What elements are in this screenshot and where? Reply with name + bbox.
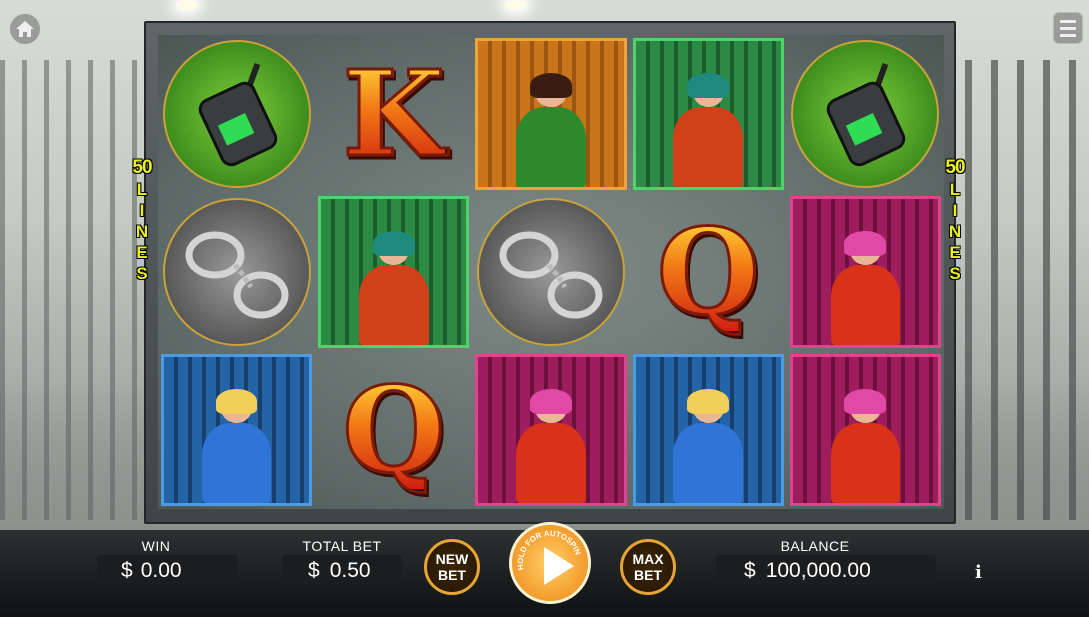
- win-display: $ 0.00: [97, 555, 237, 587]
- reel-symbol-Q: Q: [630, 193, 787, 351]
- reel-symbol-money-lady: [787, 351, 944, 509]
- lines-letter: N: [135, 222, 149, 241]
- reel-symbol-officer: [630, 351, 787, 509]
- letter-q-symbol: Q: [341, 360, 447, 499]
- reel-symbol-money-lady: [472, 351, 629, 509]
- dreadlock-woman-character-card: [318, 196, 470, 348]
- officer-character-card: [161, 354, 313, 506]
- maid-character-card: [475, 38, 627, 190]
- cell-bars-right: [939, 60, 1089, 520]
- ceiling-light: [176, 0, 198, 10]
- menu-icon-bar: [1060, 26, 1076, 30]
- lines-letter: E: [136, 243, 148, 262]
- lines-letter: I: [952, 201, 958, 220]
- lines-letter: N: [948, 222, 962, 241]
- play-icon: [544, 547, 574, 585]
- handcuffs-icon: [476, 198, 625, 346]
- reel-symbol-Q: Q: [315, 351, 472, 509]
- lines-letter: I: [139, 201, 145, 220]
- win-label: WIN: [141, 538, 171, 554]
- total-bet-display: $ 0.50: [282, 555, 402, 587]
- bet-currency: $: [308, 559, 320, 582]
- officer-character-card: [632, 354, 784, 506]
- balance-currency: $: [744, 559, 756, 582]
- character-figure: [350, 231, 437, 345]
- info-button[interactable]: i: [975, 562, 982, 583]
- reel-symbol-K: K: [315, 35, 472, 193]
- win-currency: $: [121, 559, 133, 582]
- max-bet-button[interactable]: MAX BET: [620, 539, 676, 595]
- menu-button[interactable]: [1053, 12, 1083, 44]
- reel-symbol-dreadlock-woman: [630, 35, 787, 193]
- win-value: 0.00: [140, 559, 182, 582]
- character-figure: [665, 73, 752, 187]
- lines-count: 50: [945, 157, 965, 178]
- ceiling-light: [505, 0, 527, 10]
- lines-letter: L: [949, 180, 961, 199]
- max-bet-label-line1: MAX: [632, 551, 664, 567]
- paylines-indicator-left: 50 L I N E S: [131, 157, 153, 284]
- character-figure: [507, 389, 594, 503]
- character-figure: [507, 73, 594, 187]
- new-bet-button[interactable]: NEW BET: [424, 539, 480, 595]
- money-lady-character-card: [789, 354, 941, 506]
- reel-symbol-money-lady: [787, 193, 944, 351]
- reel-symbol-handcuffs: [158, 193, 315, 351]
- menu-icon-bar: [1060, 19, 1076, 23]
- bet-value: 0.50: [329, 559, 371, 582]
- letter-q-symbol: Q: [655, 202, 761, 341]
- home-icon: [16, 21, 34, 37]
- cell-bars-left: [0, 60, 150, 520]
- balance-display: $ 100,000.00: [716, 555, 936, 587]
- walkie-talkie-icon: [162, 40, 311, 188]
- balance-label: BALANCE: [780, 538, 850, 554]
- lines-letter: E: [949, 243, 961, 262]
- home-button[interactable]: [8, 12, 42, 46]
- reel-symbol-walkie-talkie: [158, 35, 315, 193]
- lines-count: 50: [132, 157, 152, 178]
- menu-icon-bar: [1060, 33, 1076, 37]
- money-lady-character-card: [475, 354, 627, 506]
- money-lady-character-card: [789, 196, 941, 348]
- handcuffs-icon: [162, 198, 311, 346]
- lines-letter: S: [949, 264, 961, 283]
- lines-letter: L: [136, 180, 148, 199]
- character-figure: [665, 389, 752, 503]
- balance-value: 100,000.00: [765, 559, 871, 582]
- new-bet-label-line2: BET: [437, 567, 466, 583]
- character-figure: [822, 231, 909, 345]
- paylines-indicator-right: 50 L I N E S: [944, 157, 966, 284]
- new-bet-label-line1: NEW: [435, 551, 469, 567]
- reel-symbol-maid: [472, 35, 629, 193]
- letter-k-symbol: K: [341, 44, 447, 183]
- reel-symbol-handcuffs: [472, 193, 629, 351]
- character-figure: [822, 389, 909, 503]
- dreadlock-woman-character-card: [632, 38, 784, 190]
- max-bet-label-line2: BET: [634, 567, 662, 583]
- spin-button[interactable]: HOLD FOR AUTOSPIN: [509, 522, 591, 604]
- reel-symbol-dreadlock-woman: [315, 193, 472, 351]
- reel-symbol-walkie-talkie: [787, 35, 944, 193]
- reel-grid: K Q Q: [158, 35, 944, 509]
- lines-letter: S: [136, 264, 148, 283]
- reel-symbol-officer: [158, 351, 315, 509]
- character-figure: [193, 389, 280, 503]
- walkie-talkie-icon: [791, 40, 940, 188]
- total-bet-label: TOTAL BET: [302, 538, 382, 554]
